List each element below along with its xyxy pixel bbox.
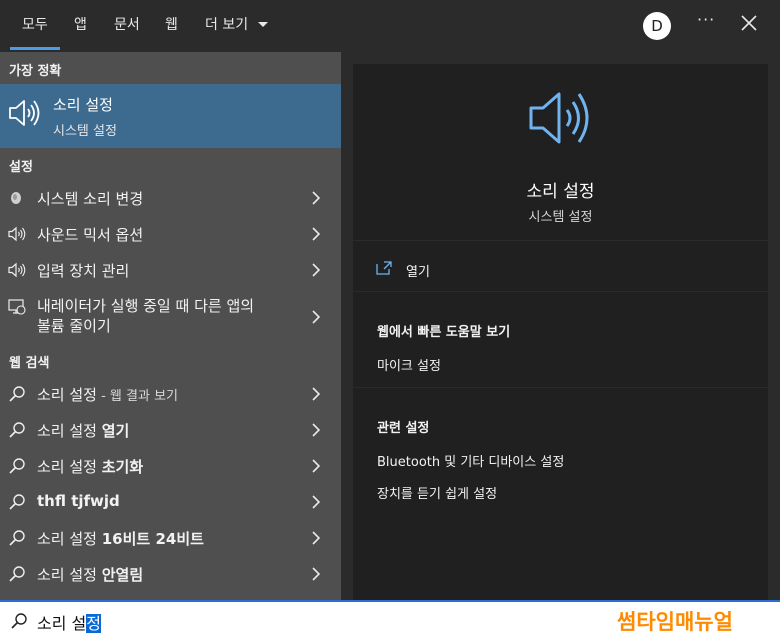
settings-item-narrator-volume[interactable]: 내레이터가 실행 중일 때 다른 앱의 볼륨 줄이기 [0,296,341,338]
open-label: 열기 [406,265,430,280]
web-item-label: 소리 설정 [37,386,97,404]
chevron-right-icon [312,263,321,277]
search-icon [9,494,25,510]
chevron-down-icon [257,22,268,27]
web-help-heading: 웹에서 빠른 도움말 보기 [377,325,511,340]
web-item-bold: 초기화 [101,458,144,476]
avatar[interactable]: D [643,12,671,40]
web-item[interactable]: 소리 설정 안열림 [0,557,341,591]
web-item-label: 소리 설정 [37,422,102,440]
search-icon [11,613,27,629]
search-input[interactable]: 소리 설정 [37,610,101,634]
settings-item-label: 내레이터가 실행 중일 때 다른 앱의 볼륨 줄이기 [37,296,254,336]
search-icon [9,530,25,546]
web-item-bold: 열기 [101,422,130,440]
watermark-logo: 썸타임매뉴얼 [617,610,733,634]
sound-knob-icon [11,192,21,204]
chevron-right-icon [312,495,321,509]
chevron-right-icon [312,227,321,241]
web-help-block: 웹에서 빠른 도움말 보기 마이크 설정 [353,292,768,387]
open-external-icon [376,261,392,275]
related-settings-block: 관련 설정 Bluetooth 및 기타 디바이스 설정 장치를 듣기 쉽게 설… [353,388,768,600]
web-help-link[interactable]: 마이크 설정 [377,355,441,374]
search-icon [9,566,25,582]
settings-item-system-sound[interactable]: 시스템 소리 변경 [0,181,341,215]
best-match-subtitle: 시스템 설정 [53,124,117,139]
search-icon [9,422,25,438]
more-options-button[interactable]: ··· [697,10,715,29]
tab-web[interactable]: 웹 [165,0,178,52]
chevron-right-icon [312,191,321,205]
results-panel: 가장 정확 소리 설정 시스템 설정 설정 시스템 소리 변경 사운드 믹서 옵… [0,52,341,600]
web-item-label: 소리 설정 [37,458,102,476]
search-selected-text: 정 [86,614,101,633]
web-item-bold: thfl tjfwjd [37,492,120,510]
speaker-icon [529,92,589,144]
preview-card: 소리 설정 시스템 설정 [353,64,768,240]
web-item[interactable]: 소리 설정 - 웹 결과 보기 [0,377,341,411]
chevron-right-icon [312,459,321,473]
chevron-right-icon [312,387,321,401]
tab-more[interactable]: 더 보기 [205,0,269,52]
chevron-right-icon [312,310,321,324]
close-icon[interactable] [738,12,760,34]
chevron-right-icon [312,423,321,437]
settings-item-label-line2: 볼륨 줄이기 [37,317,111,335]
settings-heading: 설정 [9,160,33,175]
tab-all[interactable]: 모두 [10,0,60,52]
web-search-heading: 웹 검색 [9,356,50,371]
top-bar: 모두 앱 문서 웹 더 보기 D ··· [0,0,780,52]
web-item-bold: 안열림 [101,566,144,584]
best-match-item[interactable]: 소리 설정 시스템 설정 [0,84,341,148]
web-item-bold: 16비트 24비트 [101,530,204,548]
tab-more-label: 더 보기 [205,17,249,33]
settings-item-sound-mixer[interactable]: 사운드 믹서 옵션 [0,217,341,251]
open-action[interactable]: 열기 [353,241,768,291]
related-setting-link[interactable]: Bluetooth 및 기타 디바이스 설정 [377,451,564,470]
search-typed-text: 소리 설 [37,614,87,633]
chevron-right-icon [312,567,321,581]
settings-item-label-line1: 내레이터가 실행 중일 때 다른 앱의 [37,297,255,315]
preview-subtitle: 시스템 설정 [528,210,593,225]
search-bar[interactable]: 소리 설정 썸타임매뉴얼 [0,600,780,640]
web-item[interactable]: thfl tjfwjd [0,485,341,519]
web-item-suffix: - 웹 결과 보기 [96,389,178,404]
settings-item-input-devices[interactable]: 입력 장치 관리 [0,253,341,287]
best-match-title: 소리 설정 [53,96,113,114]
speaker-icon [9,100,40,126]
settings-item-label: 사운드 믹서 옵션 [37,226,144,244]
monitor-icon [8,299,26,315]
open-action-block: 열기 [353,241,768,291]
related-settings-heading: 관련 설정 [377,421,430,436]
web-item-label: 소리 설정 [37,566,102,584]
chevron-right-icon [312,531,321,545]
web-item[interactable]: 소리 설정 초기화 [0,449,341,483]
settings-item-label: 입력 장치 관리 [37,262,130,280]
settings-item-label: 시스템 소리 변경 [37,190,144,208]
search-icon [9,458,25,474]
web-item[interactable]: 소리 설정 16비트 24비트 [0,521,341,555]
web-item-label: 소리 설정 [37,530,102,548]
tab-documents[interactable]: 문서 [114,0,140,52]
related-setting-link[interactable]: 장치를 듣기 쉽게 설정 [377,483,497,502]
tab-apps[interactable]: 앱 [74,0,87,52]
best-match-heading: 가장 정확 [9,64,62,79]
speaker-icon [8,226,26,242]
speaker-icon [8,262,26,278]
web-item[interactable]: 소리 설정 열기 [0,413,341,447]
preview-panel: 소리 설정 시스템 설정 열기 웹에서 빠른 도움말 보기 마이크 설정 관련 … [341,52,780,600]
preview-title: 소리 설정 [526,182,595,202]
search-icon [9,386,25,402]
